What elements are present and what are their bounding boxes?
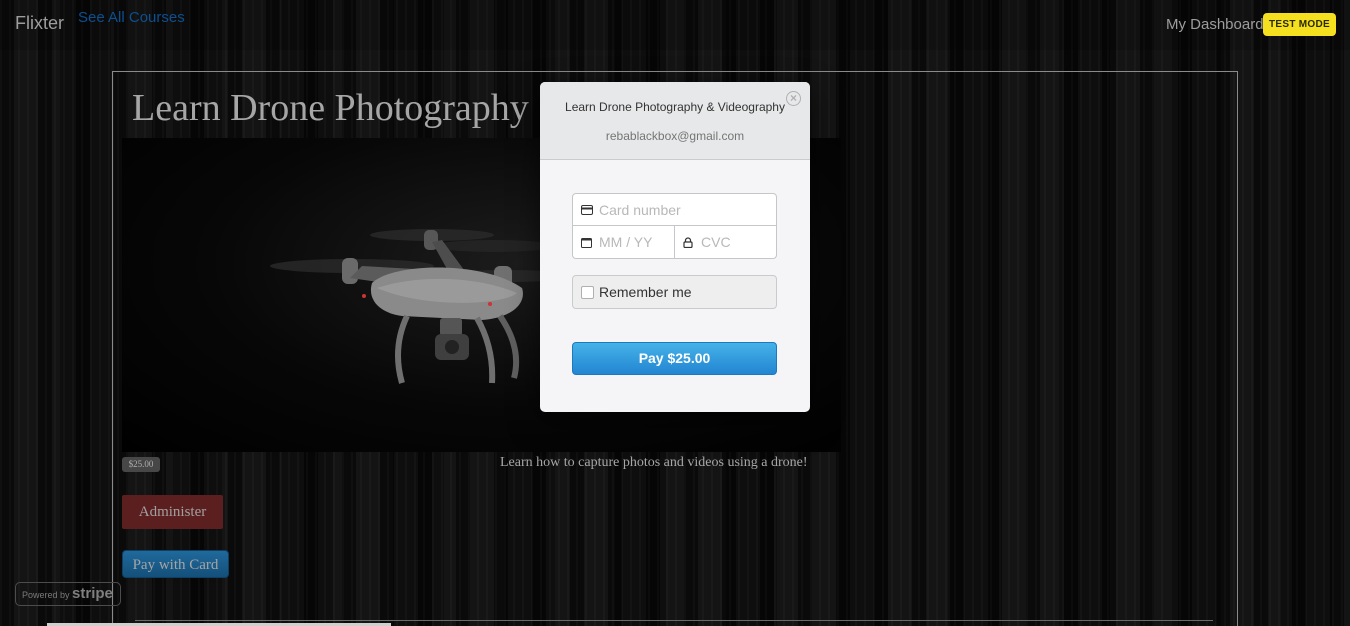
credit-card-icon	[581, 205, 593, 215]
close-icon[interactable]: ×	[786, 91, 801, 106]
price-badge: $25.00	[122, 457, 160, 472]
checkout-modal: Learn Drone Photography & Videography re…	[540, 82, 810, 412]
remember-me-checkbox[interactable]	[581, 286, 594, 299]
panel-divider	[135, 620, 1213, 621]
brand-link[interactable]: Flixter	[15, 13, 64, 34]
administer-button[interactable]: Administer	[122, 495, 223, 529]
lock-icon	[683, 237, 693, 248]
my-dashboard-link[interactable]: My Dashboard	[1166, 16, 1264, 33]
expiry-input[interactable]	[599, 233, 669, 251]
card-number-field[interactable]	[572, 193, 777, 226]
checkout-email: rebablackbox@gmail.com	[605, 129, 745, 143]
expiry-field[interactable]	[572, 226, 675, 259]
calendar-icon	[581, 238, 592, 248]
course-title: Learn Drone Photography	[132, 87, 529, 129]
course-description: Learn how to capture photos and videos u…	[500, 455, 808, 470]
powered-by-stripe-badge[interactable]: Powered by stripe	[15, 582, 121, 606]
pay-button[interactable]: Pay $25.00	[572, 342, 777, 375]
see-all-courses-link[interactable]: See All Courses	[78, 9, 185, 26]
stripe-logo: stripe	[72, 585, 113, 602]
checkout-header: Learn Drone Photography & Videography re…	[540, 82, 810, 160]
cvc-input[interactable]	[701, 233, 771, 251]
checkout-item-name: Learn Drone Photography & Videography	[565, 100, 785, 114]
pay-with-card-button[interactable]: Pay with Card	[122, 550, 229, 578]
remember-me-toggle[interactable]: Remember me	[572, 275, 777, 309]
card-number-input[interactable]	[599, 201, 769, 219]
navbar: Flixter See All Courses My Dashboard TES…	[0, 0, 1350, 50]
test-mode-badge: TEST MODE	[1263, 13, 1336, 36]
cvc-field[interactable]	[674, 226, 777, 259]
powered-by-label: Powered by	[22, 590, 70, 600]
remember-me-label: Remember me	[599, 284, 692, 300]
